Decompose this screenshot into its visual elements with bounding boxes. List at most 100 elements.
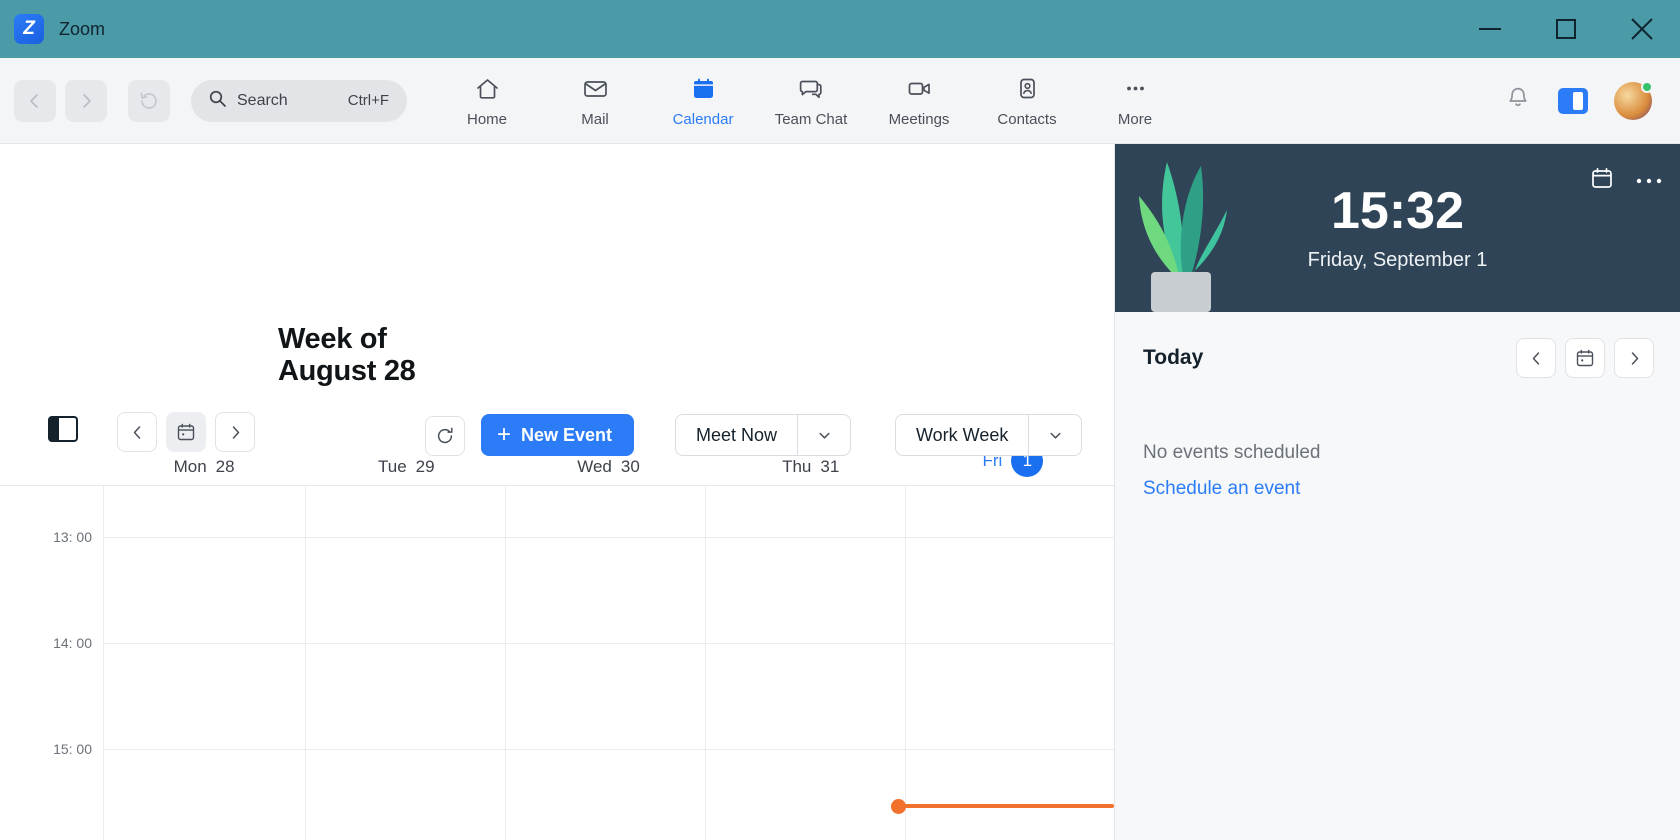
chat-bubble-icon [798,72,825,106]
history-button[interactable] [128,79,170,122]
search-placeholder: Search [237,91,288,109]
right-panel: 15:32 Friday, September 1 Today No event… [1114,144,1680,840]
meet-now-chevron-down-icon[interactable] [797,414,852,456]
date-navigation [117,412,255,452]
back-button[interactable] [14,79,56,122]
presence-indicator [1641,80,1653,93]
current-time-indicator [898,804,1114,808]
app-body: Week of August 28 + New Event Meet Now W… [0,144,1680,840]
forward-button[interactable] [65,79,107,122]
tab-label: More [1117,110,1153,128]
minimize-button[interactable] [1452,0,1528,58]
hour-label: 14: 00 [53,635,92,651]
left-sidebar-toggle-icon[interactable] [48,416,78,442]
grid-inner: 13: 00 14: 00 15: 00 [0,486,1114,840]
hour-row: 14: 00 [0,635,1114,749]
empty-state-message: No events scheduled [1143,442,1321,463]
day-number: 31 [820,457,840,476]
day-number: 28 [215,457,235,476]
today-label: Today [1143,346,1204,369]
hour-label: 13: 00 [53,529,92,545]
hour-gridline [103,749,1114,750]
bell-icon[interactable] [1504,84,1532,117]
search-shortcut: Ctrl+F [347,92,389,109]
user-avatar[interactable] [1614,80,1653,120]
hour-row: 15: 00 [0,741,1114,840]
calendar-grid[interactable]: 13: 00 14: 00 15: 00 [0,486,1114,840]
panel-previous-day-button[interactable] [1516,338,1556,378]
day-name: Tue [378,457,407,476]
title-bar: Z Zoom [0,0,1680,58]
refresh-icon[interactable] [425,416,465,456]
close-button[interactable] [1604,0,1680,58]
panel-next-day-button[interactable] [1614,338,1654,378]
view-selector-button[interactable]: Work Week [895,414,1029,456]
window-controls [1452,0,1680,58]
nav-tabs: Home Mail Calendar Team Chat Meetings Co… [433,58,1189,144]
plus-icon: + [497,421,512,448]
today-section-header: Today [1115,312,1680,378]
day-header-thu[interactable]: Thu 31 [710,457,912,477]
clock-card-actions [1590,166,1662,195]
app-title: Zoom [59,18,106,39]
home-icon [474,72,501,106]
hour-label: 15: 00 [53,741,92,757]
tab-contacts[interactable]: Contacts [973,72,1081,128]
day-number: 30 [620,457,640,476]
search-icon [209,90,226,112]
tab-more[interactable]: More [1081,72,1189,128]
new-event-label: New Event [521,424,613,445]
view-selector-chevron-down-icon[interactable] [1028,414,1083,456]
day-name: Wed [577,457,612,476]
view-selector: Work Week [895,414,1083,456]
tab-label: Home [466,110,507,128]
hour-row: 13: 00 [0,529,1114,643]
day-header-tue[interactable]: Tue 29 [305,457,507,477]
search-input[interactable]: Search Ctrl+F [191,79,407,122]
contact-card-icon [1014,72,1041,106]
tab-label: Team Chat [774,110,848,128]
tab-calendar[interactable]: Calendar [649,72,757,128]
calendar-toolbar: Week of August 28 + New Event Meet Now W… [0,144,1114,456]
tab-team-chat[interactable]: Team Chat [757,72,865,128]
zoom-app-window: Z Zoom Search Ctrl+F Home Mail Calendar … [0,0,1680,840]
day-header-mon[interactable]: Mon 28 [103,457,305,477]
day-header-wed[interactable]: Wed 30 [507,457,709,477]
calendar-icon[interactable] [1590,166,1614,195]
ellipsis-icon [1122,72,1149,106]
toolbar-right-actions [1504,80,1666,120]
tab-label: Contacts [997,110,1057,128]
video-camera-icon [906,72,933,106]
tab-label: Calendar [672,110,734,128]
today-navigation [1516,338,1654,378]
hour-gridline [103,537,1114,538]
calendar-icon [690,72,717,106]
clock-time: 15:32 [1331,181,1464,240]
tab-label: Mail [581,110,609,128]
day-name: Mon [173,457,207,476]
tab-label: Meetings [888,110,950,128]
zoom-logo-icon: Z [14,14,44,44]
maximize-button[interactable] [1528,0,1604,58]
tab-meetings[interactable]: Meetings [865,72,973,128]
hour-gridline [103,643,1114,644]
mail-icon [582,72,609,106]
tab-home[interactable]: Home [433,72,541,128]
plant-illustration [1139,162,1227,312]
right-panel-toggle-icon[interactable] [1558,87,1588,114]
clock-card: 15:32 Friday, September 1 [1115,144,1680,312]
next-week-button[interactable] [215,412,255,452]
tab-mail[interactable]: Mail [541,72,649,128]
main-toolbar: Search Ctrl+F Home Mail Calendar Team Ch… [0,58,1680,144]
meet-now-button[interactable]: Meet Now [675,414,798,456]
clock-date: Friday, September 1 [1307,248,1488,271]
calendar-main: Week of August 28 + New Event Meet Now W… [0,144,1114,840]
current-time-dot [891,799,906,814]
schedule-event-link[interactable]: Schedule an event [1115,464,1680,500]
new-event-button[interactable]: + New Event [481,414,635,456]
panel-calendar-picker-icon[interactable] [1565,338,1605,378]
calendar-picker-icon[interactable] [166,412,206,452]
day-name: Thu [782,457,812,476]
ellipsis-icon[interactable] [1636,172,1662,190]
previous-week-button[interactable] [117,412,157,452]
